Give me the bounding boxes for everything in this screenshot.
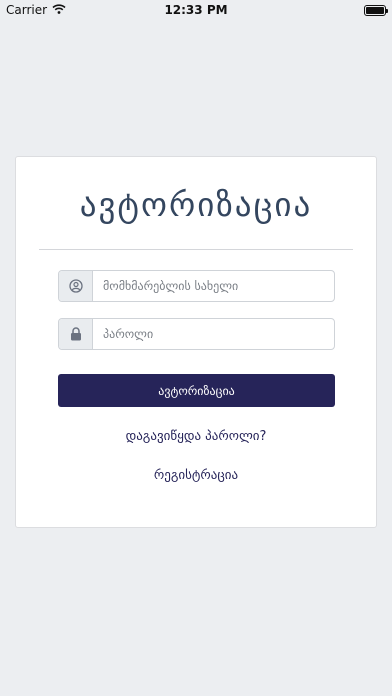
forgot-password-link[interactable]: დაგავიწყდა პაროლი?: [16, 429, 376, 444]
login-card: ავტორიზაცია ავტორიზაცია დაგავიწყდა პაროლ…: [15, 156, 377, 528]
carrier-label: Carrier: [6, 3, 48, 17]
battery-icon: [364, 4, 388, 16]
status-bar: Carrier 12:33 PM: [0, 0, 392, 20]
password-field: [58, 318, 335, 350]
wifi-icon: [52, 3, 66, 17]
page-title: ავტორიზაცია: [79, 185, 313, 224]
status-left: Carrier: [6, 3, 66, 17]
register-link[interactable]: რეგისტრაცია: [16, 468, 376, 483]
battery-level: [366, 6, 384, 14]
username-input[interactable]: [93, 271, 334, 301]
username-field: [58, 270, 335, 302]
user-circle-icon: [59, 271, 93, 301]
title-divider: [39, 249, 353, 250]
login-button[interactable]: ავტორიზაცია: [58, 374, 335, 407]
password-input[interactable]: [93, 319, 334, 349]
lock-icon: [59, 319, 93, 349]
